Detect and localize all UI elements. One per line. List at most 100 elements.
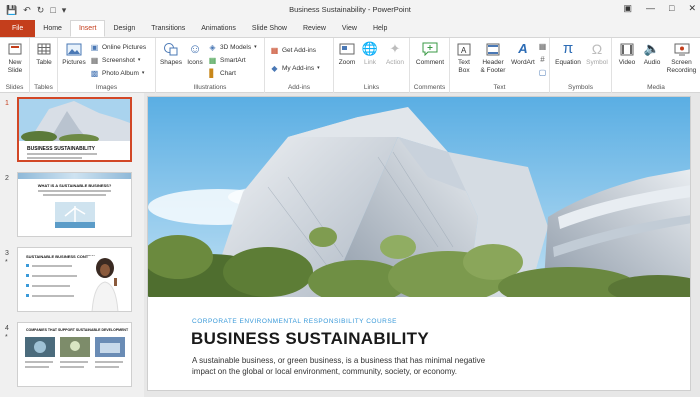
screenshot-button[interactable]: ▦ Screenshot ▾ (90, 55, 141, 65)
checkbox-icon (26, 284, 29, 287)
checkbox-icon (26, 294, 29, 297)
slide-thumbnail[interactable]: BUSINESS SUSTAINABILITY (17, 97, 132, 162)
group-addins: ▦ Get Add-ins ◆ My Add-ins ▾ Add-ins (265, 38, 334, 93)
online-pictures-button[interactable]: ▣ Online Pictures (90, 42, 146, 52)
slide-thumbnail[interactable]: WHAT IS A SUSTAINABLE BUSINESS? (17, 172, 132, 237)
slide-body-text[interactable]: A sustainable business, or green busines… (192, 355, 492, 377)
slide-hero-photo[interactable] (148, 97, 691, 297)
screen-recording-icon (673, 41, 691, 57)
my-addins-button[interactable]: ◆ My Add-ins ▾ (270, 63, 320, 73)
slide-number: 3 (5, 250, 9, 257)
minimize-icon[interactable]: — (646, 3, 655, 14)
text-box-button[interactable]: A Text Box (452, 41, 476, 75)
zoom-icon (338, 41, 356, 57)
tab-design[interactable]: Design (105, 20, 143, 37)
photo-album-label: Photo Album (102, 69, 139, 77)
action-button[interactable]: ✦ Action (382, 41, 408, 67)
audio-button[interactable]: 🔈 Audio (640, 41, 664, 67)
screen-recording-button[interactable]: Screen Recording (665, 41, 698, 75)
slide-number: 1 (5, 100, 9, 107)
shapes-label: Shapes (159, 59, 183, 66)
tab-file[interactable]: File (0, 20, 36, 37)
slide-number-button[interactable]: # (538, 54, 547, 64)
wordart-button[interactable]: A WordArt (509, 41, 537, 67)
thumbnail-text-line (60, 361, 88, 363)
ribbon-display-icon[interactable]: ▣ (624, 3, 633, 14)
thumbnail-text-line (38, 190, 111, 192)
header-footer-button[interactable]: Header & Footer (477, 41, 509, 75)
chevron-down-icon: ▾ (254, 44, 257, 50)
online-pictures-icon: ▣ (90, 42, 99, 52)
photo-album-button[interactable]: ▩ Photo Album ▾ (90, 68, 145, 78)
video-button[interactable]: Video (615, 41, 639, 67)
thumbnail-text-line (43, 194, 106, 196)
new-slide-button[interactable]: New Slide (2, 41, 28, 75)
symbol-button[interactable]: Ω Symbol (584, 41, 610, 67)
group-tables: Table Tables (30, 38, 58, 93)
thumbnail-text-line (32, 295, 74, 297)
object-icon: ▢ (538, 67, 547, 77)
action-icon: ✦ (389, 41, 401, 56)
pi-icon: π (562, 40, 574, 57)
close-icon[interactable]: ✕ (688, 3, 696, 14)
group-illustrations: Shapes ☺ Icons ◈ 3D Models ▾ ▦ SmartArt … (156, 38, 265, 93)
screen-recording-label: Screen Recording (666, 59, 697, 74)
group-label-links: Links (363, 84, 380, 91)
equation-label: Equation (555, 59, 581, 66)
title-bar: 💾 ↶ ↻ □ ▾ Business Sustainability - Powe… (0, 0, 700, 20)
tab-review[interactable]: Review (295, 20, 334, 37)
current-slide[interactable]: CORPORATE ENVIRONMENTAL RESPONSIBILITY C… (147, 96, 691, 391)
group-media: Video 🔈 Audio Screen Recording Media (612, 38, 700, 93)
wordart-label: WordArt (511, 59, 535, 66)
group-comments: Comment Comments (410, 38, 450, 93)
slide-thumbnail[interactable]: SUSTAINABLE BUSINESS CONTROL (17, 247, 132, 312)
comment-icon (421, 41, 439, 57)
text-box-label: Text Box (458, 59, 470, 74)
date-time-button[interactable]: ▦ (538, 41, 547, 51)
zoom-button[interactable]: Zoom (336, 41, 358, 67)
tab-transitions[interactable]: Transitions (143, 20, 193, 37)
slide-thumbnail[interactable]: COMPANIES THAT SUPPORT SUSTAINABLE DEVEL… (17, 322, 132, 387)
speaker-icon: 🔈 (643, 41, 661, 56)
icons-button[interactable]: ☺ Icons (184, 41, 206, 67)
shapes-button[interactable]: Shapes (158, 41, 184, 67)
shapes-icon (162, 41, 180, 57)
thumbnail-banner (18, 173, 131, 179)
group-label-images: Images (95, 84, 118, 91)
group-label-text: Text (493, 84, 506, 91)
maximize-icon[interactable]: □ (669, 3, 674, 14)
3d-models-button[interactable]: ◈ 3D Models ▾ (208, 42, 257, 52)
screenshot-label: Screenshot (102, 56, 135, 64)
tab-slide-show[interactable]: Slide Show (244, 20, 295, 37)
calendar-icon: ▦ (538, 41, 547, 51)
chart-button[interactable]: ▋ Chart (208, 68, 235, 78)
pictures-button[interactable]: Pictures (60, 41, 88, 67)
tab-insert[interactable]: Insert (69, 20, 106, 37)
get-addins-button[interactable]: ▦ Get Add-ins (270, 45, 316, 55)
slide-title[interactable]: BUSINESS SUSTAINABILITY (191, 329, 429, 349)
new-slide-label: New Slide (7, 59, 23, 74)
object-button[interactable]: ▢ (538, 67, 547, 77)
tab-home[interactable]: Home (35, 20, 70, 37)
thumbnail-text-line (27, 157, 82, 159)
smartart-label: SmartArt (220, 56, 246, 64)
smartart-button[interactable]: ▦ SmartArt (208, 55, 246, 65)
slide-editor: CORPORATE ENVIRONMENTAL RESPONSIBILITY C… (144, 93, 700, 397)
window-title: Business Sustainability - PowerPoint (289, 5, 411, 14)
chevron-down-icon: ▾ (317, 65, 320, 71)
thumbnail-text-line (25, 366, 49, 368)
equation-button[interactable]: π Equation (553, 41, 583, 67)
table-button[interactable]: Table (32, 41, 56, 67)
tab-animations[interactable]: Animations (193, 20, 244, 37)
tab-help[interactable]: Help (365, 20, 395, 37)
thumbnail-text-line (32, 275, 77, 277)
thumbnail-title: WHAT IS A SUSTAINABLE BUSINESS? (37, 183, 112, 188)
link-button[interactable]: 🌐 Link (359, 41, 381, 67)
comment-button[interactable]: Comment (413, 41, 447, 67)
header-footer-label: Header & Footer (480, 59, 506, 74)
slide-thumbnail-panel[interactable]: 1 BUSINESS SUSTAINABILITY 2 WHAT IS A SU… (0, 93, 144, 397)
slide-kicker-text[interactable]: CORPORATE ENVIRONMENTAL RESPONSIBILITY C… (192, 318, 397, 325)
group-label-illustrations: Illustrations (193, 84, 227, 91)
tab-view[interactable]: View (334, 20, 365, 37)
comment-label: Comment (415, 59, 445, 66)
